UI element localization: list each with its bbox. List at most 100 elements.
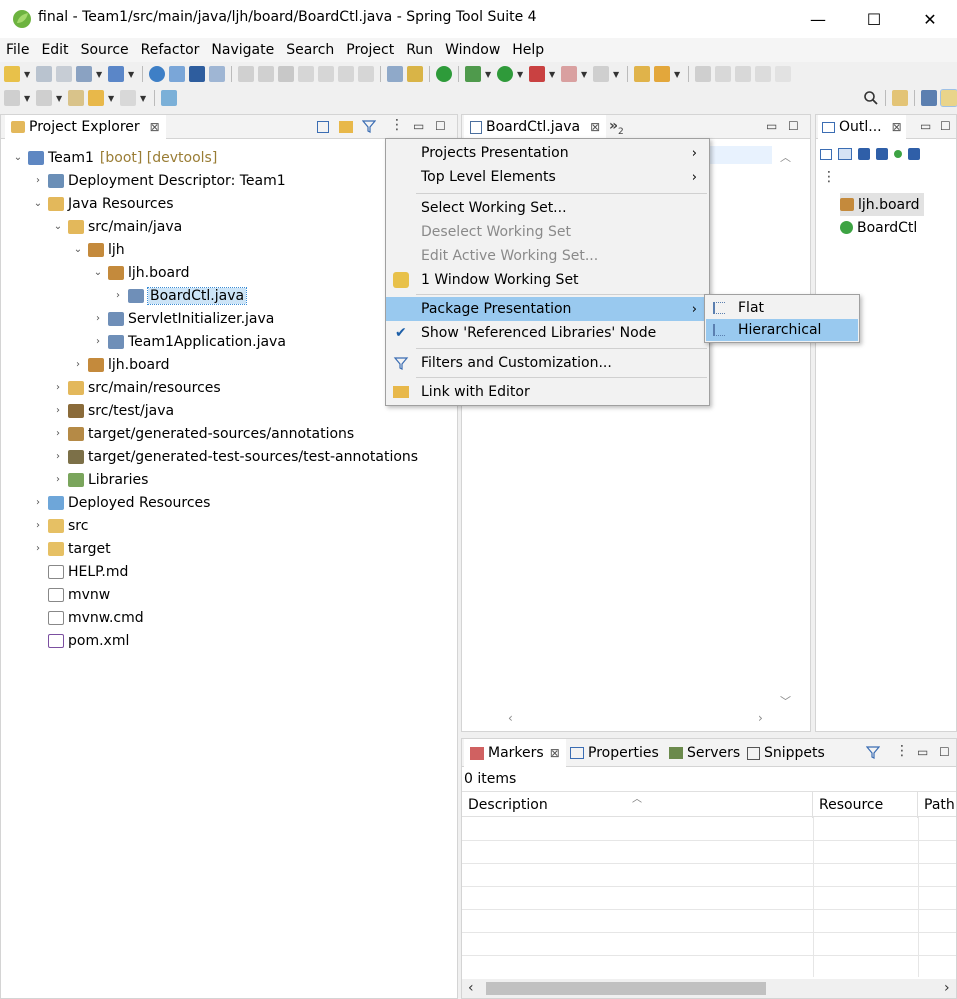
scroll-left-icon[interactable]: ‹ bbox=[468, 980, 474, 996]
minimize-button[interactable]: — bbox=[790, 0, 846, 38]
chevron-right-icon[interactable]: › bbox=[51, 451, 65, 462]
open-task-icon[interactable] bbox=[654, 66, 670, 82]
menu-source[interactable]: Source bbox=[81, 42, 129, 58]
chevron-right-icon[interactable]: › bbox=[91, 313, 105, 324]
tab-properties[interactable]: Properties bbox=[570, 745, 659, 761]
save-all-icon[interactable] bbox=[56, 66, 72, 82]
tree-item-src-test-java[interactable]: › src/test/java bbox=[51, 399, 174, 422]
minimize-icon[interactable]: ▭ bbox=[917, 745, 928, 759]
chevron-right-icon[interactable]: › bbox=[91, 336, 105, 347]
view-menu-icon[interactable]: ⋮ bbox=[390, 118, 404, 132]
menu-item-link-with-editor[interactable]: Link with Editor bbox=[386, 380, 709, 404]
menu-item-select-working-set[interactable]: Select Working Set... bbox=[386, 196, 709, 220]
hide-static-icon[interactable] bbox=[876, 148, 888, 160]
chevron-down-icon[interactable]: ⌄ bbox=[91, 267, 105, 278]
mark-occurrences-icon[interactable] bbox=[715, 66, 731, 82]
column-resource[interactable]: Resource bbox=[813, 792, 918, 818]
tree-item-boardctl-java[interactable]: › BoardCtl.java bbox=[111, 284, 248, 307]
tree-item-target[interactable]: › target bbox=[31, 537, 111, 560]
tab-outline[interactable]: Outl... ⊠ bbox=[818, 115, 906, 139]
dropdown-arrow-icon[interactable]: ▼ bbox=[581, 70, 589, 79]
submenu-item-hierarchical[interactable]: Hierarchical bbox=[706, 319, 858, 341]
scroll-left-icon[interactable]: ‹ bbox=[508, 711, 513, 725]
menu-item-top-level-elements[interactable]: Top Level Elements › bbox=[386, 165, 709, 189]
tab-servers[interactable]: Servers bbox=[669, 745, 740, 761]
chevron-down-icon[interactable]: ⌄ bbox=[71, 244, 85, 255]
menu-window[interactable]: Window bbox=[445, 42, 500, 58]
chevron-right-icon[interactable]: › bbox=[31, 520, 45, 531]
chevron-right-icon[interactable]: › bbox=[51, 474, 65, 485]
menu-edit[interactable]: Edit bbox=[41, 42, 68, 58]
tree-item-deployment-descriptor[interactable]: › Deployment Descriptor: Team1 bbox=[31, 169, 286, 192]
menu-item-window-working-set[interactable]: 1 Window Working Set bbox=[386, 268, 709, 292]
terminate-icon[interactable] bbox=[278, 66, 294, 82]
tree-item-ljh-board-2[interactable]: › ljh.board bbox=[71, 353, 170, 376]
tree-item-help-md[interactable]: HELP.md bbox=[31, 560, 128, 583]
menu-project[interactable]: Project bbox=[346, 42, 394, 58]
dropdown-arrow-icon[interactable]: ▼ bbox=[24, 94, 32, 103]
whitespace-icon[interactable] bbox=[775, 66, 791, 82]
new-server-icon[interactable] bbox=[76, 66, 92, 82]
chevron-right-icon[interactable]: › bbox=[51, 382, 65, 393]
next-annotation-icon[interactable] bbox=[4, 90, 20, 106]
maximize-icon[interactable]: ☐ bbox=[940, 119, 951, 133]
maximize-button[interactable]: ☐ bbox=[846, 0, 902, 38]
tree-item-deployed-resources[interactable]: › Deployed Resources bbox=[31, 491, 210, 514]
java-ee-perspective-icon[interactable] bbox=[921, 90, 937, 106]
previous-annotation-icon[interactable] bbox=[36, 90, 52, 106]
new-icon[interactable] bbox=[4, 66, 20, 82]
last-edit-icon[interactable] bbox=[68, 90, 84, 106]
minimize-icon[interactable]: ▭ bbox=[920, 119, 931, 133]
dropdown-arrow-icon[interactable]: ▼ bbox=[128, 70, 136, 79]
scroll-up-icon[interactable]: ︿ bbox=[780, 149, 791, 165]
skip-breakpoints-icon[interactable] bbox=[209, 66, 225, 82]
dropdown-arrow-icon[interactable]: ▼ bbox=[674, 70, 682, 79]
outline-item-package[interactable]: ljh.board bbox=[840, 193, 924, 216]
dropdown-arrow-icon[interactable]: ▼ bbox=[613, 70, 621, 79]
maximize-icon[interactable]: ☐ bbox=[939, 745, 950, 759]
menu-help[interactable]: Help bbox=[512, 42, 544, 58]
chevron-down-icon[interactable]: ⌄ bbox=[31, 198, 45, 209]
run-icon[interactable] bbox=[497, 66, 513, 82]
tree-item-ljh[interactable]: ⌄ ljh bbox=[71, 238, 125, 261]
tree-item-generated-sources[interactable]: › target/generated-sources/annotations bbox=[51, 422, 354, 445]
tree-item-src-main-java[interactable]: ⌄ src/main/java bbox=[51, 215, 182, 238]
menu-item-filters-and-customization[interactable]: Filters and Customization... bbox=[386, 351, 709, 375]
tab-snippets[interactable]: Snippets bbox=[747, 745, 825, 761]
dropdown-arrow-icon[interactable]: ▼ bbox=[108, 94, 116, 103]
submenu-item-flat[interactable]: Flat bbox=[706, 297, 858, 319]
chevron-right-icon[interactable]: › bbox=[31, 543, 45, 554]
run-tools-icon[interactable] bbox=[529, 66, 545, 82]
close-tab-icon[interactable]: ⊠ bbox=[590, 120, 600, 134]
dropdown-arrow-icon[interactable]: ▼ bbox=[140, 94, 148, 103]
chevron-right-icon[interactable]: › bbox=[51, 428, 65, 439]
scroll-right-icon[interactable]: › bbox=[944, 980, 950, 996]
outline-item-class[interactable]: BoardCtl bbox=[840, 216, 917, 239]
chevron-right-icon[interactable]: › bbox=[31, 175, 45, 186]
dropdown-arrow-icon[interactable]: ▼ bbox=[517, 70, 525, 79]
tab-markers[interactable]: Markers ⊠ bbox=[464, 739, 566, 767]
globe-icon[interactable] bbox=[149, 66, 165, 82]
tab-project-explorer[interactable]: Project Explorer ⊠ bbox=[5, 115, 166, 139]
collapse-all-icon[interactable] bbox=[317, 121, 329, 133]
menu-refactor[interactable]: Refactor bbox=[141, 42, 200, 58]
tree-item-team1[interactable]: ⌄ Team1 [boot] [devtools] bbox=[11, 146, 218, 169]
open-perspective-icon[interactable] bbox=[892, 90, 908, 106]
word-wrap-icon[interactable] bbox=[755, 66, 771, 82]
back-icon[interactable] bbox=[88, 90, 104, 106]
horizontal-scrollbar[interactable]: ‹ › bbox=[462, 979, 956, 998]
close-tab-icon[interactable]: ⊠ bbox=[892, 120, 902, 134]
scrollbar-thumb[interactable] bbox=[486, 982, 766, 995]
console-icon[interactable] bbox=[189, 66, 205, 82]
dropdown-arrow-icon[interactable]: ▼ bbox=[56, 94, 64, 103]
spring-boot-icon[interactable] bbox=[436, 66, 452, 82]
dropdown-arrow-icon[interactable]: ▼ bbox=[485, 70, 493, 79]
suspend-icon[interactable] bbox=[258, 66, 274, 82]
hide-non-public-icon[interactable] bbox=[894, 150, 902, 158]
maximize-icon[interactable]: ☐ bbox=[435, 119, 446, 133]
boot-dashboard-icon[interactable] bbox=[108, 66, 124, 82]
filter-icon[interactable] bbox=[362, 119, 376, 133]
chevron-right-icon[interactable]: › bbox=[51, 405, 65, 416]
tree-item-pom-xml[interactable]: pom.xml bbox=[31, 629, 129, 652]
dropdown-arrow-icon[interactable]: ▼ bbox=[549, 70, 557, 79]
